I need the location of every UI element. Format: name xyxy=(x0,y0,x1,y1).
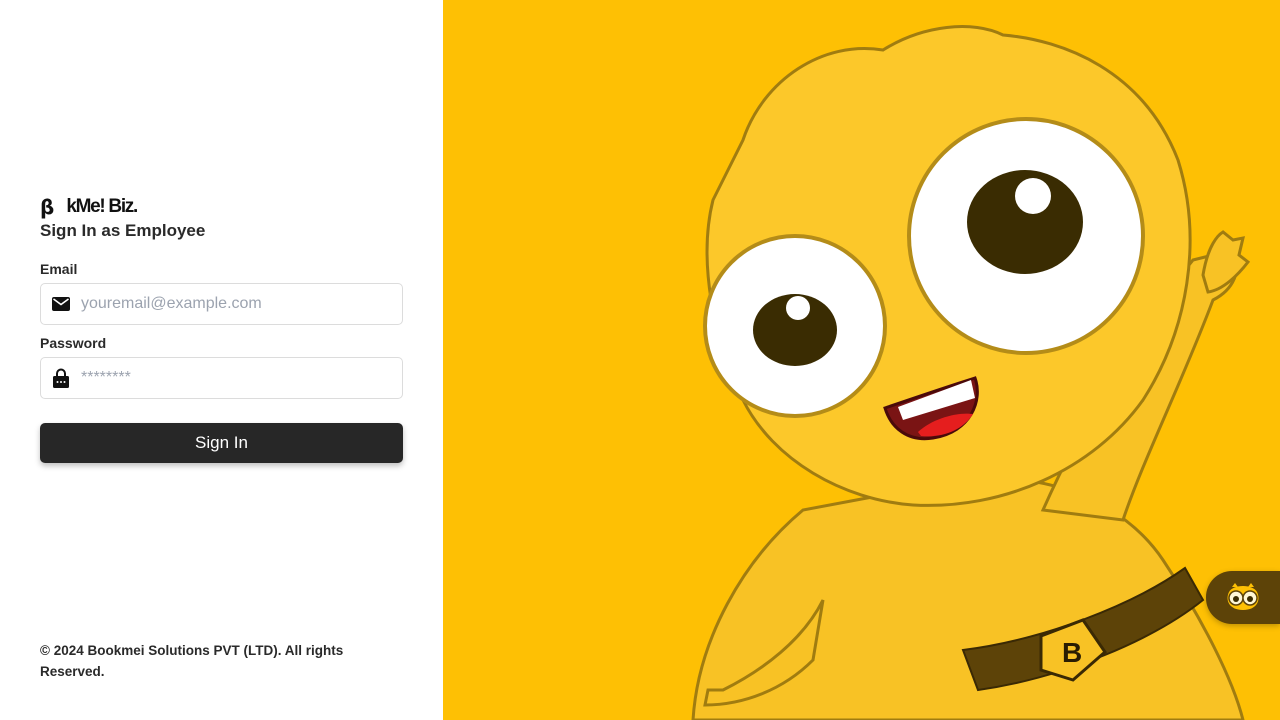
password-input[interactable] xyxy=(81,358,391,398)
logo-text: kMe! Biz. xyxy=(66,196,138,217)
sign-in-button[interactable]: Sign In xyxy=(40,423,403,463)
envelope-icon xyxy=(51,294,71,314)
copyright-footer: © 2024 Bookmei Solutions PVT (LTD). All … xyxy=(40,643,344,679)
mascot-illustration: B xyxy=(691,25,1251,720)
logo-letter: β xyxy=(40,195,55,219)
brand-logo: β kMe! Biz. xyxy=(40,195,138,219)
lock-icon xyxy=(51,368,71,388)
email-field-wrapper xyxy=(40,283,403,325)
email-input[interactable] xyxy=(81,284,391,324)
mascot-face-icon xyxy=(1227,582,1259,610)
page-title: Sign In as Employee xyxy=(40,221,206,240)
password-field-wrapper xyxy=(40,357,403,399)
chat-widget-button[interactable] xyxy=(1206,571,1280,624)
mascot-hero-panel: B xyxy=(443,0,1280,720)
sign-in-panel: β kMe! Biz. Sign In as Employee Email Pa… xyxy=(0,0,443,720)
email-label: Email xyxy=(40,261,78,277)
belt-badge-letter: B xyxy=(1062,637,1082,668)
password-label: Password xyxy=(40,335,107,351)
